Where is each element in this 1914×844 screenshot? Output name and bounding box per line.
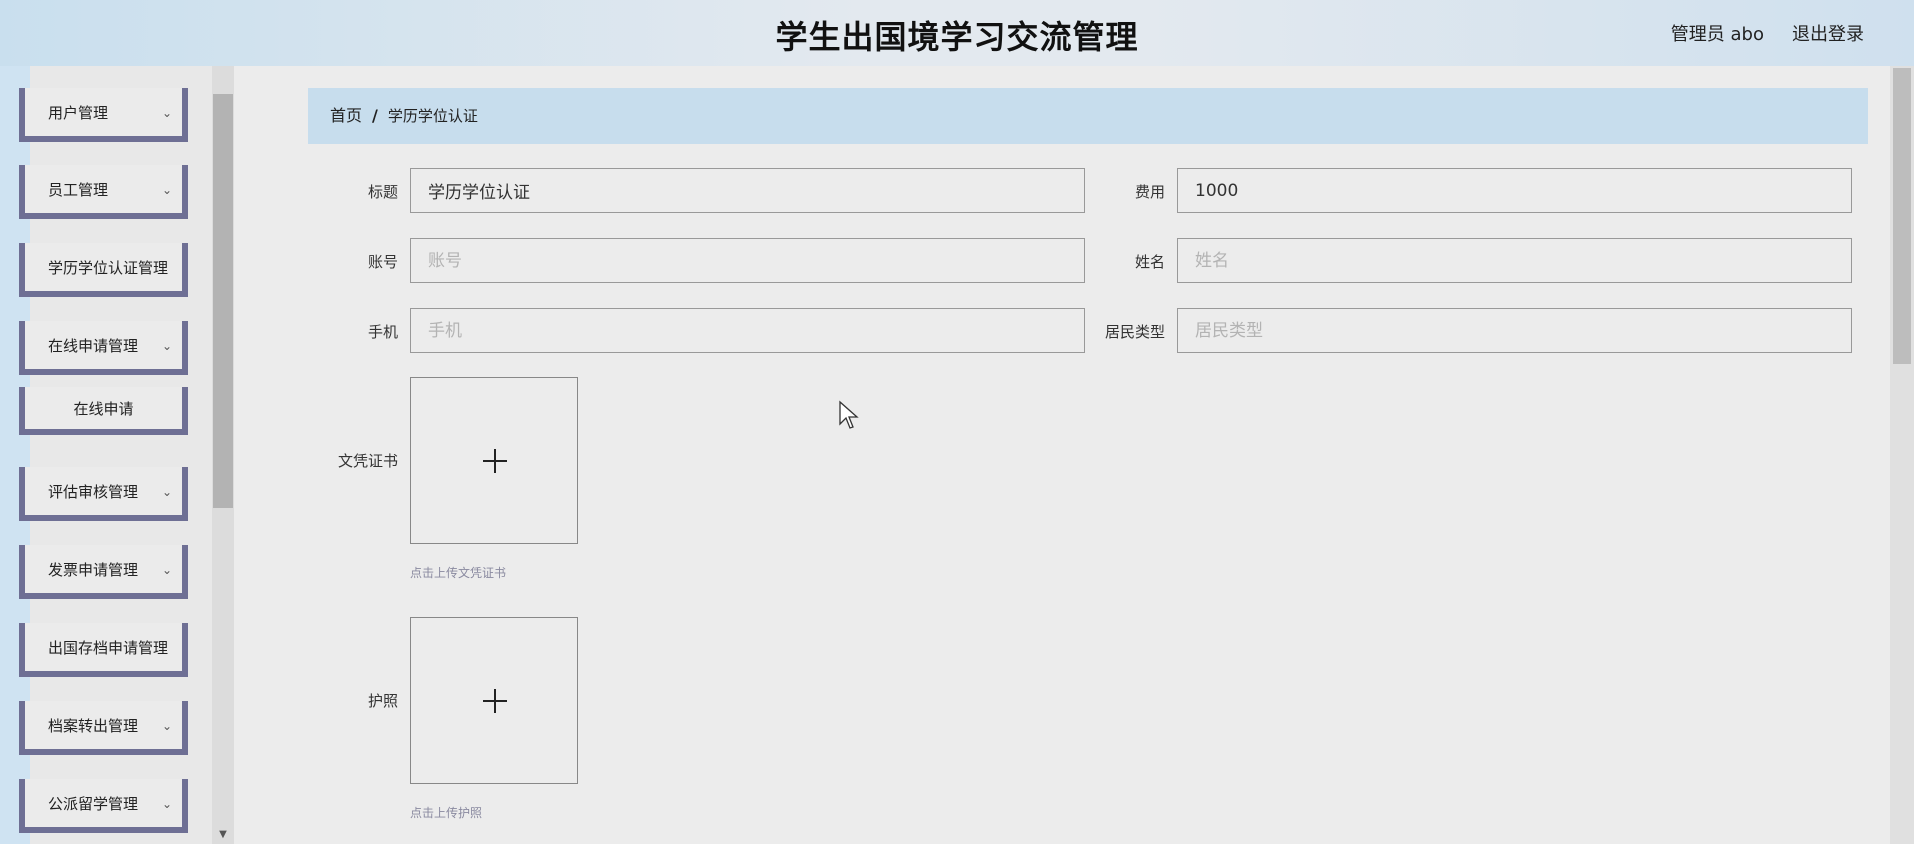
sidebar-item-invoice-application[interactable]: 发票申请管理 ⌄ — [19, 545, 188, 599]
main-scrollbar-thumb[interactable] — [1893, 68, 1911, 364]
phone-label: 手机 — [367, 323, 398, 341]
sidebar-item-label: 在线申请管理 — [48, 337, 139, 355]
sidebar-item-label: 在线申请 — [73, 400, 134, 418]
resident-type-input[interactable] — [1177, 308, 1852, 353]
name-input[interactable] — [1177, 238, 1852, 283]
sidebar-item-label: 出国存档申请管理 — [48, 639, 169, 657]
account-label: 账号 — [367, 253, 398, 271]
fee-label: 费用 — [1134, 183, 1165, 201]
chevron-down-icon: ⌄ — [161, 563, 172, 577]
passport-upload-box[interactable] — [410, 617, 578, 784]
breadcrumb-home[interactable]: 首页 — [330, 106, 362, 125]
sidebar-subitem-online-application[interactable]: 在线申请 — [19, 387, 188, 435]
phone-input[interactable] — [410, 308, 1085, 353]
chevron-down-icon: ⌄ — [161, 106, 172, 120]
chevron-down-icon: ⌄ — [161, 339, 172, 353]
sidebar-item-label: 用户管理 — [48, 104, 109, 122]
chevron-down-icon: ⌄ — [161, 797, 172, 811]
sidebar-item-label: 发票申请管理 — [48, 561, 139, 579]
current-user-label: 管理员 abo — [1670, 24, 1764, 45]
arrow-down-icon[interactable]: ▼ — [212, 826, 234, 844]
fee-input[interactable] — [1177, 168, 1852, 213]
breadcrumb: 首页 / 学历学位认证 — [308, 88, 1868, 144]
sidebar-scrollbar-thumb[interactable] — [213, 94, 233, 508]
sidebar-item-label: 员工管理 — [48, 181, 109, 199]
resident-type-label: 居民类型 — [1104, 323, 1165, 341]
sidebar-item-degree-certification[interactable]: 学历学位认证管理 — [19, 243, 188, 297]
certificate-upload-box[interactable] — [410, 377, 578, 544]
sidebar-item-evaluation-review[interactable]: 评估审核管理 ⌄ — [19, 467, 188, 521]
chevron-down-icon: ⌄ — [161, 183, 172, 197]
sidebar-item-archive-transfer[interactable]: 档案转出管理 ⌄ — [19, 701, 188, 755]
chevron-down-icon: ⌄ — [161, 719, 172, 733]
mouse-cursor-icon — [839, 400, 859, 429]
account-input[interactable] — [410, 238, 1085, 283]
sidebar-item-online-application-management[interactable]: 在线申请管理 ⌄ — [19, 321, 188, 375]
top-header: 学生出国境学习交流管理 管理员 abo 退出登录 — [0, 0, 1914, 66]
sidebar-item-staff-management[interactable]: 员工管理 ⌄ — [19, 165, 188, 219]
sidebar-item-public-study-abroad[interactable]: 公派留学管理 ⌄ — [19, 779, 188, 833]
certificate-upload-hint: 点击上传文凭证书 — [410, 566, 507, 580]
breadcrumb-current: 学历学位认证 — [387, 107, 478, 125]
sidebar-item-label: 档案转出管理 — [48, 717, 139, 735]
sidebar-item-archive-application[interactable]: 出国存档申请管理 — [19, 623, 188, 677]
sidebar-item-user-management[interactable]: 用户管理 ⌄ — [19, 88, 188, 142]
title-label: 标题 — [367, 183, 398, 201]
logout-link[interactable]: 退出登录 — [1792, 20, 1864, 46]
sidebar-item-label: 学历学位认证管理 — [48, 259, 169, 277]
passport-upload-hint: 点击上传护照 — [410, 806, 483, 820]
sidebar-item-label: 评估审核管理 — [48, 483, 139, 501]
app-title: 学生出国境学习交流管理 — [775, 18, 1139, 56]
name-label: 姓名 — [1134, 253, 1165, 271]
chevron-down-icon: ⌄ — [161, 485, 172, 499]
sidebar-item-label: 公派留学管理 — [48, 795, 139, 813]
certificate-label: 文凭证书 — [337, 452, 398, 470]
passport-label: 护照 — [367, 692, 398, 710]
breadcrumb-separator: / — [372, 106, 378, 125]
title-input[interactable] — [410, 168, 1085, 213]
